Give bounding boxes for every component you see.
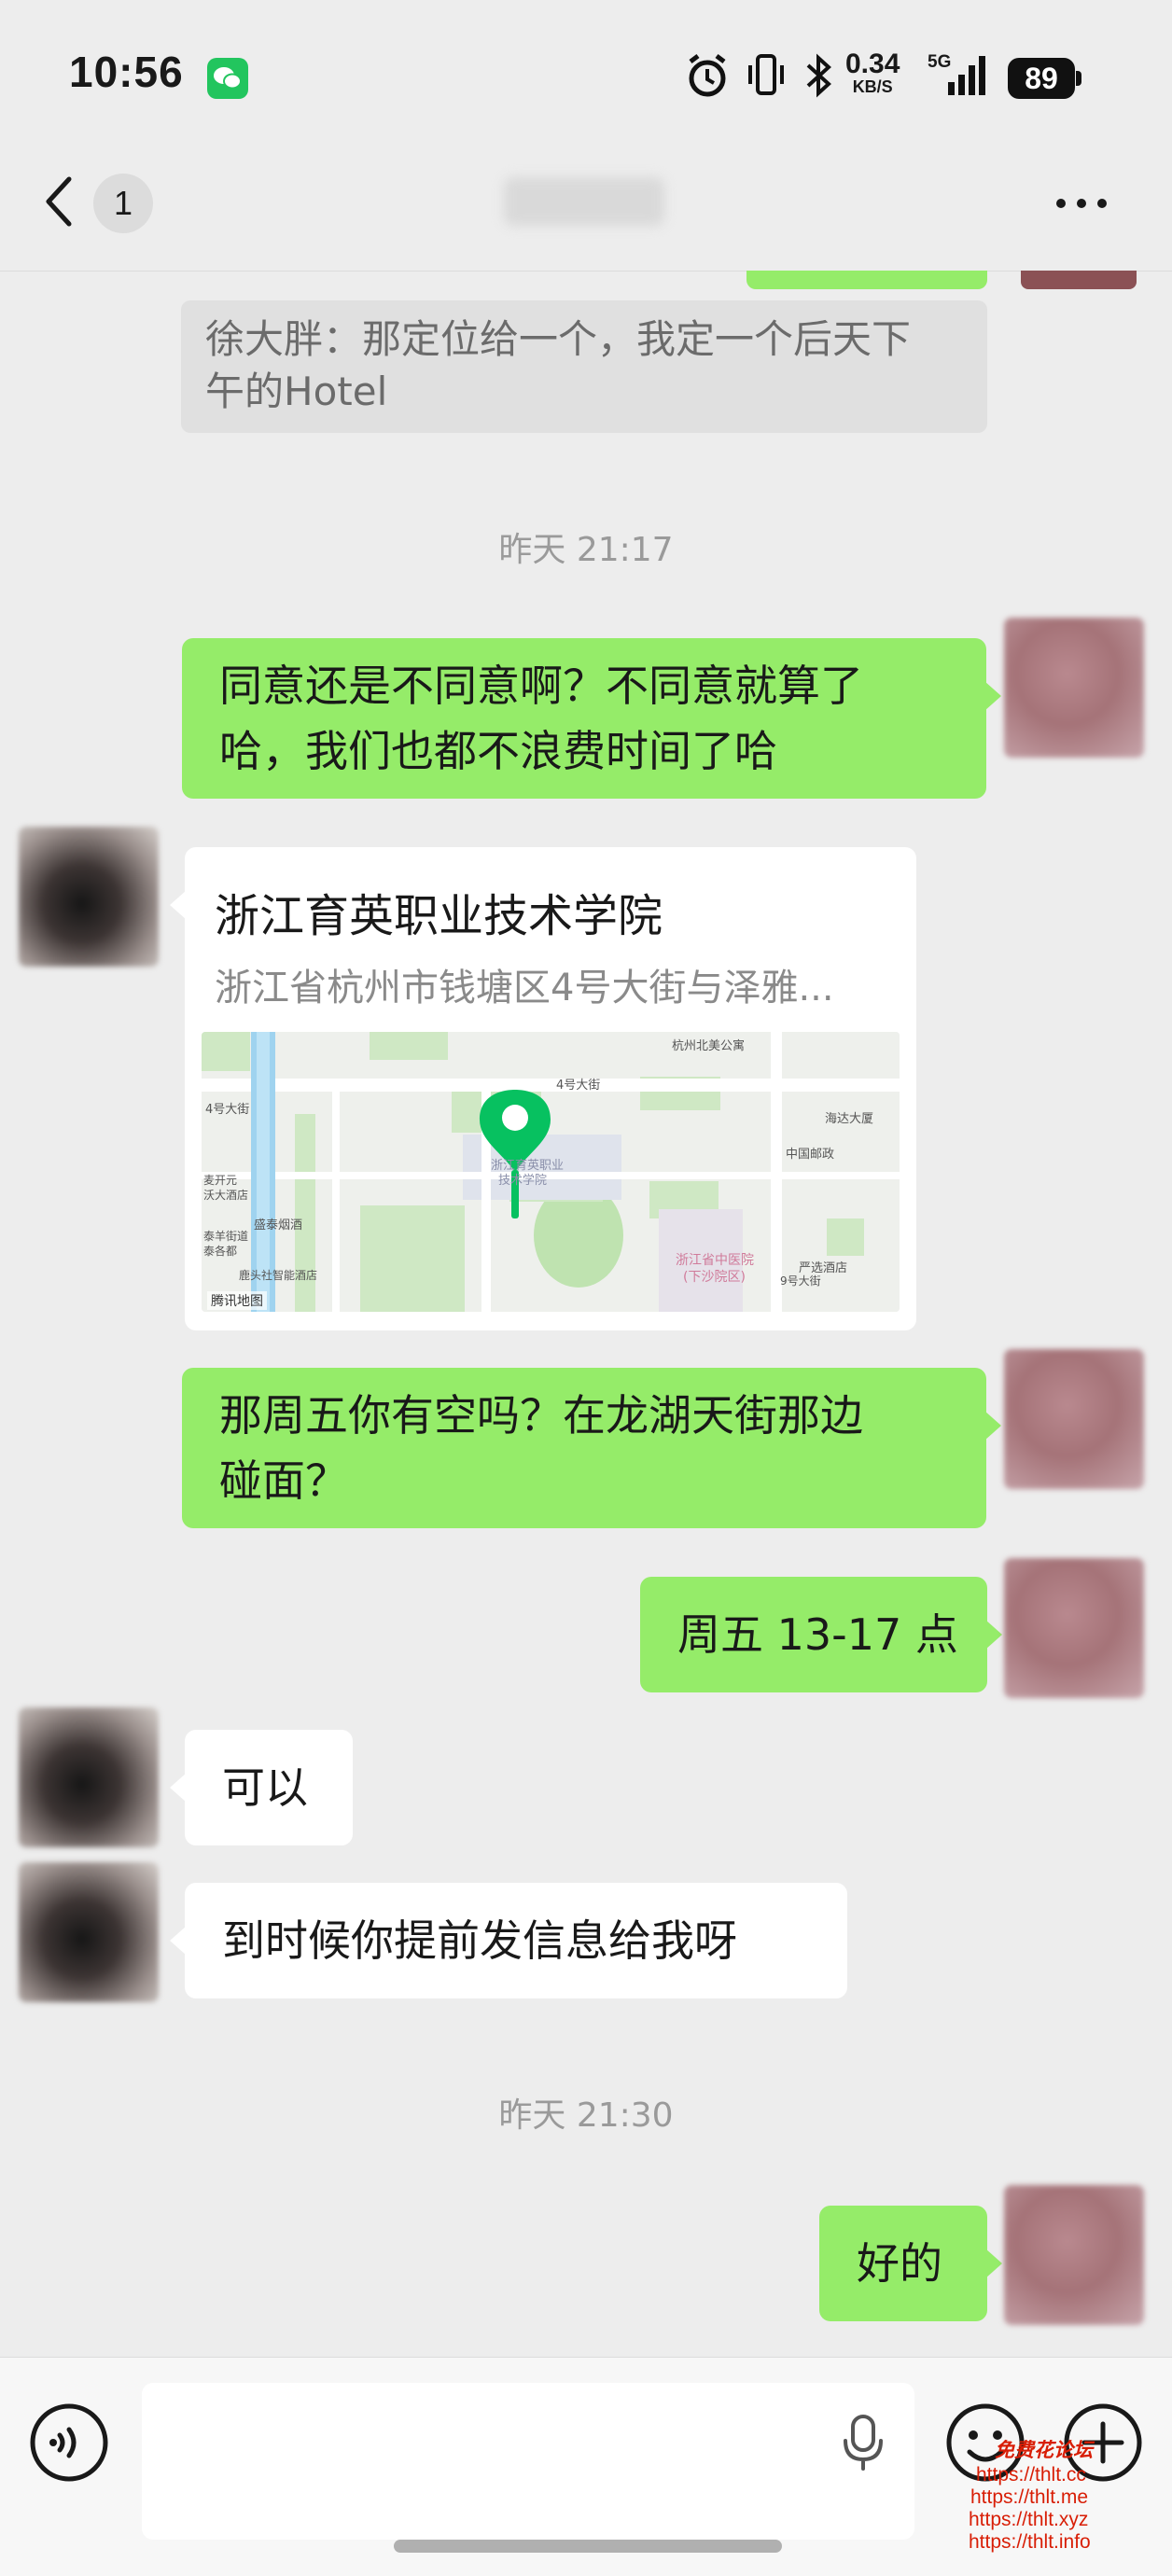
watermark-title: 免费花论坛 xyxy=(995,2440,1093,2461)
location-map[interactable]: 杭州北美公寓 4号大街 4号大街 海达大厦 中国邮政 浙江育英职业 技术学院 浙… xyxy=(202,1032,900,1312)
back-arrow-icon[interactable] xyxy=(41,175,78,231)
quoted-message[interactable]: 徐大胖：那定位给一个，我定一个后天下 午的Hotel xyxy=(181,300,987,433)
map-label: 9号大街 xyxy=(780,1274,821,1288)
map-label: 中国邮政 xyxy=(786,1148,835,1162)
map-label: 4号大街 xyxy=(205,1103,250,1117)
alarm-icon xyxy=(685,52,730,104)
avatar-contact[interactable] xyxy=(19,827,159,967)
map-label: 泰羊街道 xyxy=(203,1230,249,1243)
map-label: 盛泰烟酒 xyxy=(254,1218,303,1232)
map-label: 鹿头社智能酒店 xyxy=(239,1269,318,1282)
network-type: 5G xyxy=(928,52,952,72)
map-label: 4号大街 xyxy=(556,1079,601,1093)
message-text: 哈，我们也都不浪费时间了哈 xyxy=(219,726,777,776)
map-label: 沃大酒店 xyxy=(203,1189,249,1202)
message-bubble-received[interactable]: 可以 xyxy=(170,1730,353,1845)
map-label: 麦开元 xyxy=(203,1174,238,1187)
wechat-icon xyxy=(207,58,248,99)
quote-line-2: 午的Hotel xyxy=(205,369,388,414)
watermark-url: https://thlt.info xyxy=(969,2531,1091,2553)
map-label: 技术学院 xyxy=(498,1174,548,1188)
avatar-contact[interactable] xyxy=(19,1862,159,2002)
microphone-icon[interactable] xyxy=(842,2413,885,2476)
map-label: (下沙院区) xyxy=(683,1270,746,1285)
location-address: 浙江省杭州市钱塘区4号大街与泽雅... xyxy=(215,967,834,1010)
location-title: 浙江育英职业技术学院 xyxy=(215,890,663,942)
voice-icon[interactable] xyxy=(28,2402,110,2487)
location-card[interactable]: 浙江育英职业技术学院 浙江省杭州市钱塘区4号大街与泽雅... 杭州北美公寓 4号… xyxy=(170,847,916,1330)
unread-count-badge[interactable]: 1 xyxy=(93,174,153,233)
message-bubble-sent[interactable]: 好的 xyxy=(819,2206,1002,2321)
message-bubble-sent[interactable]: 周五 13-17 点 xyxy=(640,1577,1002,1692)
quote-line-1: 徐大胖：那定位给一个，我定一个后天下 xyxy=(205,316,912,362)
message-text: 到时候你提前发信息给我呀 xyxy=(222,1915,737,1966)
avatar-me[interactable] xyxy=(1004,1349,1144,1489)
status-time: 10:56 xyxy=(69,48,184,96)
battery-tip xyxy=(1076,71,1081,86)
message-text: 周五 13-17 点 xyxy=(677,1609,958,1660)
message-bubble-received[interactable]: 到时候你提前发信息给我呀 xyxy=(170,1883,847,1998)
message-text: 同意还是不同意啊？不同意就算了 xyxy=(219,661,863,711)
more-icon[interactable] xyxy=(1054,196,1109,214)
chat-title-blurred xyxy=(504,177,664,226)
timestamp: 昨天 21:17 xyxy=(498,531,674,569)
timestamp: 昨天 21:30 xyxy=(498,2096,674,2135)
message-bubble-sent[interactable]: 那周五你有空吗？在龙湖天街那边 碰面？ xyxy=(182,1368,1001,1528)
battery-icon: 89 xyxy=(1008,58,1075,99)
partial-message-bubble xyxy=(746,271,987,289)
message-text: 可以 xyxy=(222,1762,308,1813)
avatar-me[interactable] xyxy=(1004,2185,1144,2325)
map-label: 浙江省中医院 xyxy=(676,1253,754,1268)
watermark-url: https://thlt.me xyxy=(970,2486,1089,2508)
map-label: 海达大厦 xyxy=(825,1112,874,1126)
message-text: 好的 xyxy=(857,2238,942,2289)
avatar-partial xyxy=(1021,271,1137,289)
avatar-contact[interactable] xyxy=(19,1707,159,1847)
message-bubble-sent[interactable]: 同意还是不同意啊？不同意就算了 哈，我们也都不浪费时间了哈 xyxy=(182,638,1001,799)
message-input[interactable] xyxy=(142,2383,914,2540)
message-text: 碰面？ xyxy=(219,1455,348,1506)
vibrate-icon xyxy=(745,52,788,104)
watermark-url: https://thlt.cc xyxy=(976,2464,1086,2485)
tencent-map-logo: 腾讯地图 xyxy=(207,1291,267,1310)
net-speed: 0.34 KB/S xyxy=(845,49,900,96)
home-indicator xyxy=(394,2540,782,2553)
avatar-me[interactable] xyxy=(1004,1558,1144,1698)
map-label: 泰各都 xyxy=(203,1245,238,1258)
watermark-url: https://thlt.xyz xyxy=(969,2509,1089,2530)
map-label: 杭州北美公寓 xyxy=(672,1039,746,1053)
avatar-me[interactable] xyxy=(1004,618,1144,758)
bluetooth-icon xyxy=(802,52,834,104)
message-text: 那周五你有空吗？在龙湖天街那边 xyxy=(219,1390,863,1441)
